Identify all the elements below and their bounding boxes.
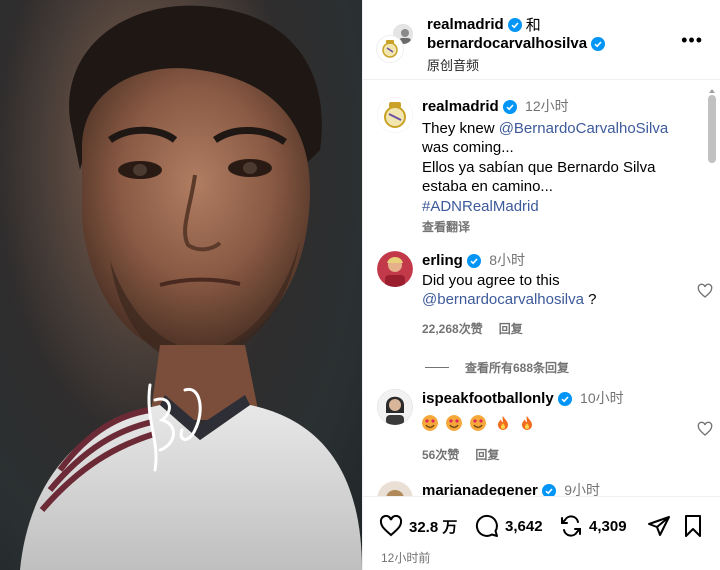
comment-time: 9小时 [564, 482, 601, 496]
verified-badge-icon [502, 100, 517, 115]
comment-count: 3,642 [505, 517, 543, 535]
media-illustration [20, 5, 362, 570]
header-line-2: bernardocarvalhosilva [427, 35, 606, 52]
view-replies-button[interactable]: 查看所有688条回复 [425, 359, 569, 376]
reply-button[interactable]: 回复 [475, 446, 499, 466]
like-action[interactable]: 32.8 万 [379, 514, 457, 538]
heart-eyes-emoji-icon [422, 414, 438, 431]
heart-eyes-emoji-icon [470, 414, 487, 431]
action-bar: 32.8 万 3,642 4,309 12小时前 [363, 496, 720, 570]
reply-button[interactable]: 回复 [499, 320, 523, 340]
caption-line2: was coming... [422, 139, 514, 156]
caption-hashtag[interactable]: #ADNRealMadrid [422, 197, 682, 217]
replies-divider [425, 367, 449, 368]
comments-list[interactable]: realmadrid 12小时 They knew @BernardoCarva… [363, 81, 720, 496]
like-count: 32.8 万 [409, 518, 458, 536]
comment-username[interactable]: erling [422, 252, 463, 269]
fire-emoji-icon [497, 415, 508, 430]
header-conjunction: 和 [525, 17, 541, 34]
comment-time: 10小时 [580, 390, 624, 406]
comment-text: Did you agree to this [422, 271, 560, 289]
repost-icon[interactable] [559, 514, 583, 538]
header-line-1: realmadrid 和 [427, 14, 541, 35]
comment-likes[interactable]: 22,268次赞 [422, 320, 483, 340]
header-username-2[interactable]: bernardocarvalhosilva [427, 35, 587, 52]
comment-action[interactable]: 3,642 [475, 514, 543, 538]
verified-badge-icon [467, 254, 482, 269]
caption-mention[interactable]: @BernardoCarvalhoSilva [499, 120, 668, 137]
comment-time: 8小时 [489, 252, 525, 268]
avatar-erling[interactable] [377, 251, 413, 287]
scroll-up-arrow-icon[interactable] [709, 88, 715, 94]
comment-likes[interactable]: 56次赞 [422, 446, 459, 466]
heart-eyes-emoji-icon [446, 414, 463, 431]
comment-username[interactable]: marianadegener [422, 482, 538, 496]
post-media[interactable] [0, 0, 362, 570]
translate-link[interactable]: 查看翻译 [422, 218, 682, 238]
verified-badge-icon [591, 36, 606, 51]
avatar-realmadrid[interactable] [377, 97, 413, 133]
repost-count: 4,309 [589, 517, 627, 535]
like-comment-heart-icon[interactable] [697, 421, 713, 437]
comments-scrollbar[interactable] [708, 95, 716, 163]
verified-badge-icon [507, 17, 522, 32]
share-send-icon[interactable] [647, 514, 671, 538]
comment-mention-suffix: ? [583, 291, 597, 308]
view-replies-label[interactable]: 查看所有688条回复 [465, 359, 569, 376]
comment-body: ispeakfootballonly 10小时 56次赞 回复 [422, 389, 682, 466]
collab-avatars[interactable] [377, 22, 417, 62]
comment-body: erling 8小时 Did you agree to this @bernar… [422, 251, 682, 339]
verified-badge-icon [557, 392, 572, 407]
verified-badge-icon [542, 484, 557, 496]
post-timestamp: 12小时前 [381, 551, 431, 565]
comment-body: marianadegener 9小时 [422, 481, 682, 496]
post-details-panel: realmadrid 和 bernardocarvalhosilva 原创音频 … [362, 0, 720, 570]
avatar-realmadrid[interactable] [377, 36, 403, 62]
post-header: realmadrid 和 bernardocarvalhosilva 原创音频 … [363, 0, 720, 80]
comment-username[interactable]: ispeakfootballonly [422, 390, 554, 407]
comment-mention[interactable]: @bernardocarvalhosilva [422, 291, 584, 308]
caption-time: 12小时 [525, 98, 569, 114]
avatar-marianadegener[interactable] [377, 481, 413, 496]
audio-label[interactable]: 原创音频 [427, 55, 479, 74]
comment-emojis [422, 413, 682, 433]
caption-line4: estaba en camino... [422, 178, 553, 195]
repost-action[interactable]: 4,309 [559, 514, 627, 538]
caption-body: realmadrid 12小时 They knew @BernardoCarva… [422, 97, 682, 238]
header-username-1[interactable]: realmadrid [427, 16, 504, 33]
caption-line1-text: They knew [422, 119, 499, 137]
caption-line3: Ellos ya sabían que Bernardo Silva [422, 158, 656, 176]
save-bookmark-icon[interactable] [681, 514, 705, 538]
more-options-icon[interactable]: ••• [681, 30, 703, 51]
caption-username[interactable]: realmadrid [422, 98, 499, 115]
heart-icon[interactable] [379, 514, 403, 538]
comment-bubble-icon[interactable] [475, 514, 499, 538]
fire-emoji-icon [521, 415, 532, 430]
avatar-ispeakfootballonly[interactable] [377, 389, 413, 425]
like-comment-heart-icon[interactable] [697, 283, 713, 299]
